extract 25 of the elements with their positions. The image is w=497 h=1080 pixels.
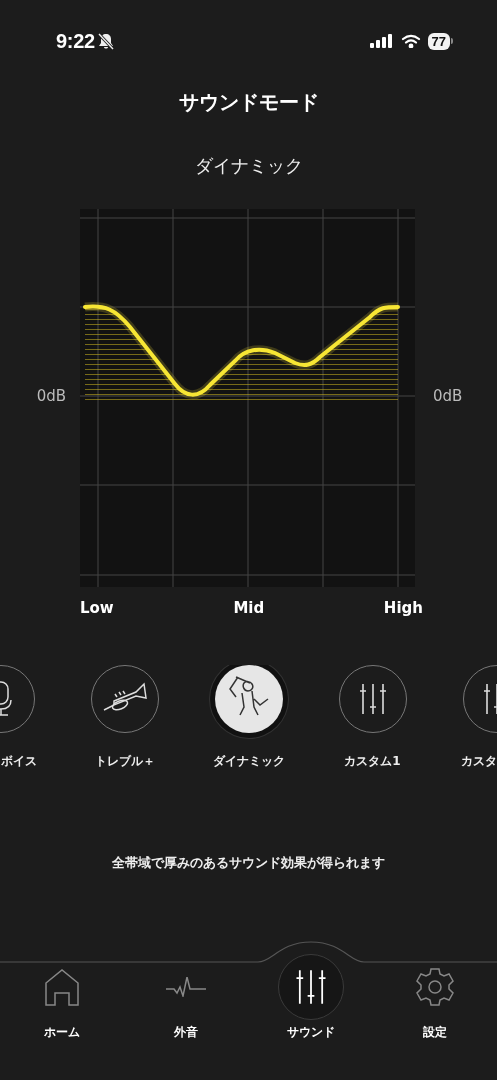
sound-mode-label: カスタム1 <box>344 753 401 770</box>
sound-mode-label: カスタ <box>460 753 497 770</box>
bell-slash-icon <box>97 32 114 50</box>
tab-bar-item[interactable]: サウンド <box>248 954 373 1041</box>
pulse-icon <box>166 977 207 997</box>
mode-name: ダイナミック <box>193 154 304 178</box>
gear-icon <box>414 967 455 1007</box>
status-time: 9:22 <box>56 29 95 53</box>
frequency-label: Low <box>80 599 114 617</box>
sound-mode-label: ダイナミック <box>212 753 285 770</box>
signal-icon <box>369 34 394 48</box>
sound-mode-label: ボイス <box>0 753 37 770</box>
mode-description: 全帯域で厚みのあるサウンド効果が得られます <box>111 854 386 872</box>
battery-level: 77 <box>427 32 450 50</box>
page-title: サウンドモード <box>177 89 320 116</box>
frequency-label: Mid <box>233 599 265 617</box>
sound-mode-label: トレブル＋ <box>94 753 155 770</box>
tab-bar-item[interactable]: 設定 <box>372 954 497 1041</box>
db-label: 0dB <box>36 387 66 405</box>
wifi-icon <box>400 34 421 48</box>
frequency-label: High <box>383 599 423 617</box>
tab-bar-item[interactable]: ホーム <box>0 954 125 1041</box>
db-label: 0dB <box>433 387 463 405</box>
home-icon <box>44 968 81 1006</box>
tab-bar-item[interactable]: 外音 <box>124 954 249 1041</box>
